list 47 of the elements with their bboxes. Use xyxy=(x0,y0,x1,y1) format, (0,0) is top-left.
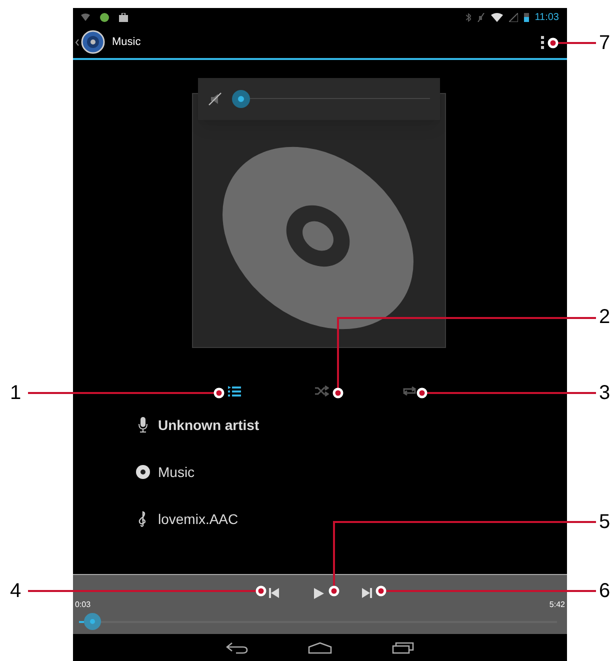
artist-name: Unknown artist xyxy=(158,416,260,434)
volume-slider[interactable] xyxy=(232,90,430,108)
callout-number: 4 xyxy=(10,579,22,604)
signal-icon xyxy=(508,12,518,22)
app-title: Music xyxy=(112,34,141,50)
back-icon xyxy=(226,642,248,654)
play-icon xyxy=(314,588,324,598)
callout-number: 5 xyxy=(599,510,610,535)
callout-number: 1 xyxy=(10,381,22,406)
callout-line xyxy=(548,38,596,48)
bluetooth-icon xyxy=(466,12,471,22)
microphone-icon xyxy=(138,417,148,433)
next-icon xyxy=(362,588,372,598)
home-icon xyxy=(308,642,332,654)
disc-icon xyxy=(136,465,150,479)
album-name: Music xyxy=(158,462,195,482)
recent-apps-button[interactable] xyxy=(392,642,414,654)
previous-button[interactable] xyxy=(267,586,281,600)
mute-icon xyxy=(476,12,485,22)
home-nav-button[interactable] xyxy=(308,642,332,654)
shuffle-button[interactable] xyxy=(314,383,330,399)
shuffle-icon xyxy=(315,385,329,397)
elapsed-time: 0:03 xyxy=(75,599,91,611)
speaker-muted-icon[interactable] xyxy=(208,92,222,106)
queue-icon xyxy=(228,385,242,397)
speaker-icon xyxy=(81,30,105,54)
repeat-icon xyxy=(403,385,417,397)
callout-number: 3 xyxy=(599,381,610,406)
shopping-bag-icon xyxy=(119,12,128,22)
queue-button[interactable] xyxy=(227,383,243,399)
next-button[interactable] xyxy=(360,586,374,600)
back-nav-button[interactable] xyxy=(226,642,248,654)
treble-clef-icon xyxy=(138,511,147,527)
battery-icon xyxy=(524,12,529,22)
caret-icon xyxy=(75,38,79,46)
track-name: lovemix.AAC xyxy=(158,510,238,528)
previous-icon xyxy=(269,588,279,598)
clock-time: 11:03 xyxy=(534,10,559,24)
wifi-icon xyxy=(81,13,90,21)
back-button[interactable] xyxy=(73,30,105,54)
callout-number: 6 xyxy=(599,579,610,604)
total-duration: 5:42 xyxy=(549,599,565,611)
callout-number: 7 xyxy=(599,31,610,56)
callout-number: 2 xyxy=(599,305,610,330)
overflow-menu-button[interactable] xyxy=(538,36,547,48)
recent-apps-icon xyxy=(392,642,414,654)
wifi-icon xyxy=(490,12,503,22)
